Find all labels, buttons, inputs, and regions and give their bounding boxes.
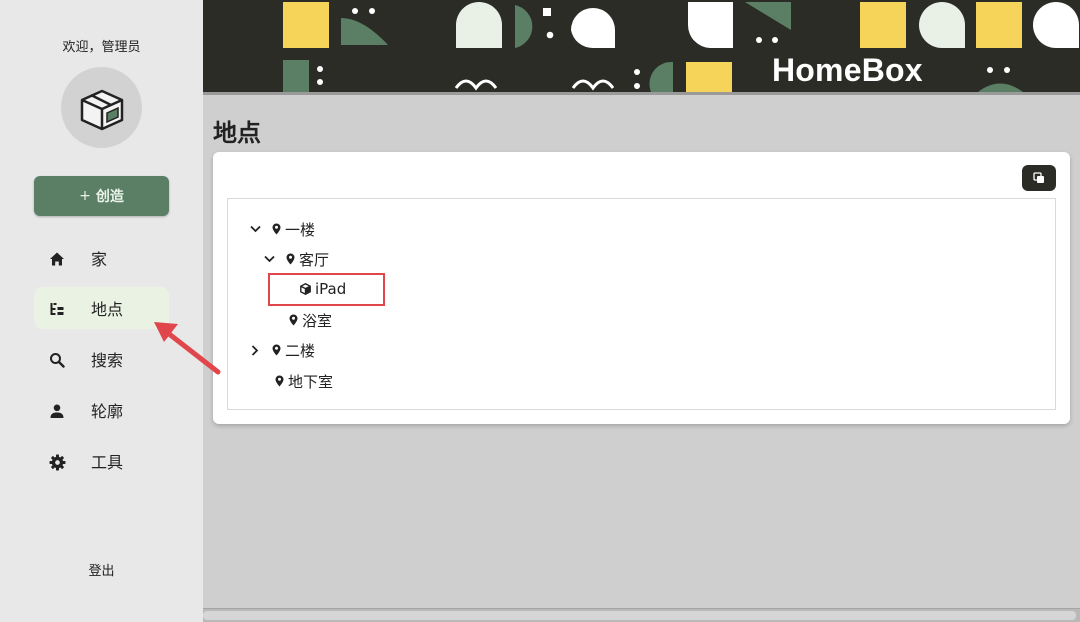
- tree-node-label: 二楼: [285, 341, 316, 360]
- page-title: 地点: [213, 119, 261, 147]
- banner-divider: [203, 92, 1080, 95]
- search-icon: [48, 351, 66, 369]
- sidebar-item-search[interactable]: 搜索: [34, 338, 169, 380]
- location-tree-icon: [48, 300, 66, 318]
- annotation-highlight-box: [268, 273, 385, 306]
- map-pin-icon: [270, 222, 282, 236]
- chevron-right-icon[interactable]: [248, 343, 262, 357]
- person-icon: [48, 402, 66, 420]
- avatar: [61, 67, 142, 148]
- horizontal-scrollbar[interactable]: [203, 608, 1080, 622]
- sidebar-item-label: 家: [91, 250, 108, 269]
- copy-icon: [1033, 169, 1045, 188]
- brand-logo: HomeBox: [772, 52, 923, 88]
- gear-icon: [48, 453, 66, 471]
- sidebar: 欢迎，管理员 + 创造 家 地点 搜索 轮廓 工具 登出: [0, 0, 203, 622]
- chevron-down-icon[interactable]: [248, 222, 262, 236]
- sidebar-item-home[interactable]: 家: [34, 237, 169, 279]
- sidebar-item-profile[interactable]: 轮廓: [34, 389, 169, 431]
- tree-node-label: 客厅: [299, 250, 330, 269]
- map-pin-icon: [273, 374, 285, 388]
- welcome-text: 欢迎，管理员: [62, 40, 141, 55]
- tree-node-first-floor[interactable]: 一楼: [248, 219, 315, 239]
- header-banner: HomeBox: [203, 0, 1080, 92]
- annotation-arrow: [154, 322, 221, 375]
- home-icon: [48, 250, 66, 268]
- map-pin-icon: [270, 343, 282, 357]
- sidebar-item-tools[interactable]: 工具: [34, 440, 169, 482]
- chevron-down-icon[interactable]: [262, 252, 276, 266]
- create-button[interactable]: + 创造: [34, 176, 169, 216]
- tree-node-label: 浴室: [302, 311, 333, 330]
- tree-node-basement[interactable]: 地下室: [273, 371, 333, 391]
- tree-node-bathroom[interactable]: 浴室: [287, 310, 332, 330]
- create-button-label: 创造: [95, 189, 124, 205]
- tree-node-living-room[interactable]: 客厅: [262, 249, 329, 269]
- logout-link[interactable]: 登出: [0, 560, 203, 579]
- box-logo-icon: [80, 89, 123, 130]
- plus-icon: +: [79, 188, 91, 204]
- banner-pattern: [283, 2, 1079, 92]
- tree-node-label: 地下室: [288, 372, 334, 391]
- map-pin-icon: [284, 252, 296, 266]
- sidebar-item-label: 轮廓: [91, 402, 124, 421]
- tree-node-second-floor[interactable]: 二楼: [248, 340, 315, 360]
- sidebar-item-label: 搜索: [91, 351, 124, 370]
- sidebar-item-label: 工具: [91, 453, 124, 472]
- scrollbar-thumb[interactable]: [203, 611, 1076, 620]
- sidebar-item-locations[interactable]: 地点: [34, 287, 169, 329]
- map-pin-icon: [287, 313, 299, 327]
- copy-button[interactable]: [1022, 165, 1056, 191]
- sidebar-item-label: 地点: [91, 300, 124, 319]
- tree-node-label: 一楼: [285, 220, 316, 239]
